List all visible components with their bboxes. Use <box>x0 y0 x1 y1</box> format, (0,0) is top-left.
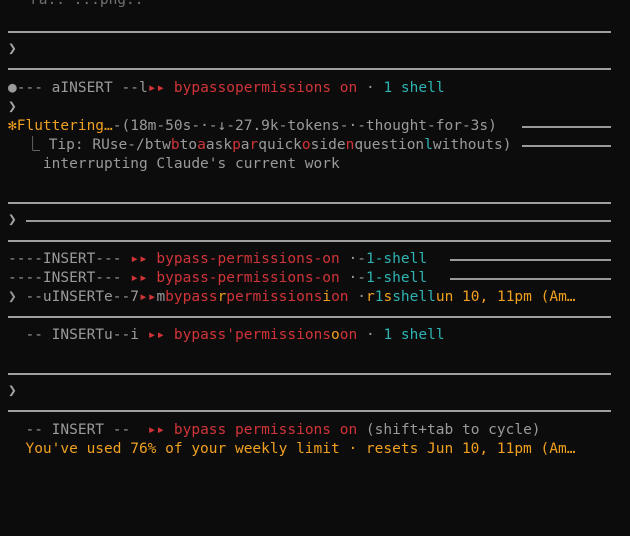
input-prompt-2[interactable]: ❯ <box>8 98 610 117</box>
clipped-output-line: ra.. ...png.. <box>30 0 144 8</box>
input-divider-bottom <box>8 68 611 70</box>
shell-count[interactable]: 1 <box>366 270 375 286</box>
mode-label: ----INSERT--- <box>8 270 131 286</box>
weekly-limit-warning: You've used 76% of your weekly limit · r… <box>8 441 576 457</box>
tip-line: ⎿ Tip: RUse-/btwbtoaaskparquickosidenque… <box>8 137 512 153</box>
shell-count[interactable]: 1 <box>366 251 375 267</box>
tip-trailing-rule <box>522 145 611 147</box>
thinking-status: ✻Fluttering…-(18m-50s-·-↓-27.9k-tokens-·… <box>8 117 610 136</box>
status-line-4-garbled: ❯ --uINSERTe--7▸▸mbypassrpermissionsion … <box>8 289 576 305</box>
mode-label: -- INSERT -- <box>8 422 139 438</box>
bypass-permissions-text: bypass-permissions-on <box>156 270 340 286</box>
bypass-arrows-icon: ▸▸ <box>130 270 157 286</box>
status-trailing-rule <box>450 278 611 280</box>
input-divider-bottom-2 <box>8 240 611 242</box>
cycle-hint: (shift+tab to cycle) <box>357 422 541 438</box>
permissions-on-text: permissions on <box>235 80 358 96</box>
bypass-arrows-icon: ▸▸ <box>138 289 157 305</box>
status-line-5: -- INSERTu--i ▸▸ bypass'permissionsoon ·… <box>8 327 445 343</box>
tip-line-continuation: interrupting Claude's current work <box>8 156 340 172</box>
status-line-1: ●--- aINSERT --l▸▸ bypassopermissions on… <box>8 80 445 96</box>
mode-label: INSERT <box>51 289 105 305</box>
spinner-asterisk-icon: ✻ <box>8 118 17 134</box>
bypass-text: bypass <box>173 80 227 96</box>
status-line-final: -- INSERT -- ▸▸ bypass permissions on (s… <box>8 421 610 440</box>
status-trailing-rule <box>450 259 611 261</box>
mode-label: ----INSERT--- <box>8 251 131 267</box>
mode-label: INSERT --l <box>60 80 148 96</box>
bypass-permissions-text: bypass permissions on <box>173 422 358 438</box>
terminal-window: ra.. ...png.. ❯ ●--- aINSERT --l▸▸ bypas… <box>0 0 630 536</box>
thinking-verb: Fluttering… <box>16 118 113 134</box>
input-divider-top-2 <box>8 202 611 204</box>
input-divider-top-4 <box>8 373 611 375</box>
input-divider-top-3 <box>8 316 611 318</box>
input-prompt-1[interactable]: ❯ <box>8 40 610 59</box>
input-divider-top <box>8 31 611 33</box>
status-trailing-rule <box>522 126 611 128</box>
bypass-permissions-text: bypass-permissions-on <box>156 251 340 267</box>
thinking-meta: -(18m-50s-·-↓-27.9k-tokens-·-thought-for… <box>112 118 497 134</box>
input-prompt-4[interactable]: ❯ <box>8 382 610 401</box>
prompt-trailing-rule <box>26 220 611 222</box>
bypass-arrows-icon: ▸▸ <box>138 422 174 438</box>
mode-label: -- INSERT <box>8 327 105 343</box>
bypass-arrows-icon: ▸▸ <box>147 80 174 96</box>
input-divider-bottom-4 <box>8 410 611 412</box>
bypass-arrows-icon: ▸▸ <box>130 251 157 267</box>
tip-label: ⎿ Tip: <box>8 137 93 153</box>
status-prefix: ●--- a <box>8 80 61 96</box>
shell-count[interactable]: 1 shell <box>383 327 444 343</box>
bypass-arrows-icon: ▸▸ <box>138 327 174 343</box>
shell-count[interactable]: 1 shell <box>383 80 444 96</box>
